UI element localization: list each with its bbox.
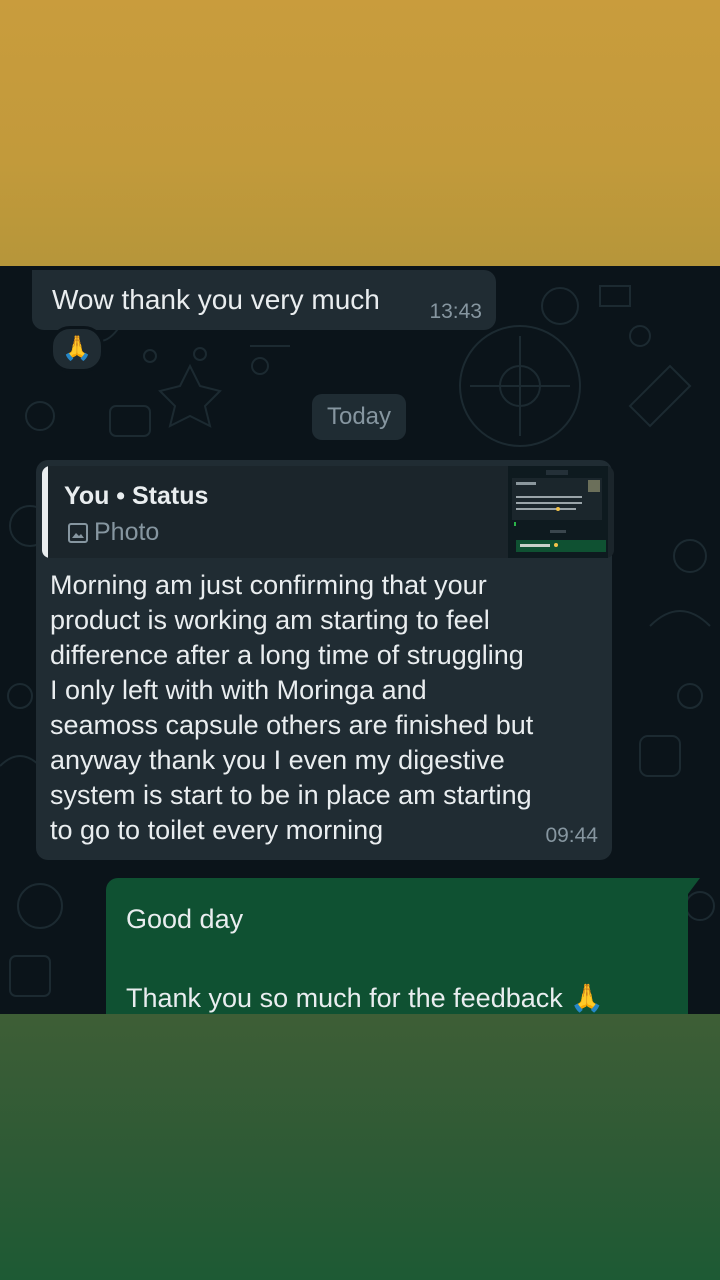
incoming-reply-bubble[interactable]: You • Status Photo Morning am just confi…	[36, 460, 614, 860]
incoming-message-bubble[interactable]: Wow thank you very much 13:43	[32, 270, 496, 330]
message-line: Thank you so much for the feedback 🙏	[126, 982, 604, 1014]
bottom-color-band	[0, 1014, 720, 1280]
quote-bar	[42, 466, 48, 558]
message-line: anyway thank you I even my digestive	[50, 745, 505, 775]
top-color-band	[0, 0, 720, 266]
message-line: Good day	[126, 904, 244, 934]
status-thumbnail	[508, 466, 608, 558]
bubble-tail	[688, 878, 700, 894]
message-text: Wow thank you very much	[52, 284, 380, 315]
message-line: difference after a long time of struggli…	[50, 640, 524, 670]
quote-type-label: Photo	[94, 518, 160, 546]
outgoing-message-bubble[interactable]: Good day Thank you so much for the feedb…	[106, 878, 688, 1014]
message-body: Morning am just confirming that your pro…	[50, 568, 600, 848]
message-time: 09:44	[545, 824, 598, 847]
message-line: I only left with with Moringa and	[50, 675, 427, 705]
chat-screenshot: Wow thank you very much 13:43 🙏 Today Yo…	[0, 266, 720, 1014]
quote-author: You • Status	[64, 482, 209, 510]
message-line: Morning am just confirming that your	[50, 570, 487, 600]
message-line: seamoss capsule others are finished but	[50, 710, 534, 740]
pray-emoji: 🙏	[570, 983, 604, 1013]
message-time: 13:43	[429, 300, 482, 323]
date-divider: Today	[312, 394, 406, 440]
message-line: to go to toilet every morning	[50, 815, 384, 845]
message-line: product is working am starting to feel	[50, 605, 490, 635]
pray-emoji: 🙏	[62, 335, 92, 362]
photo-icon	[68, 523, 88, 543]
quoted-status[interactable]: You • Status Photo	[42, 466, 614, 558]
pray-reaction[interactable]: 🙏	[50, 326, 104, 372]
message-line: system is start to be in place am starti…	[50, 780, 532, 810]
quote-type: Photo	[68, 518, 159, 547]
message-text: Thank you so much for the feedback	[126, 983, 563, 1013]
